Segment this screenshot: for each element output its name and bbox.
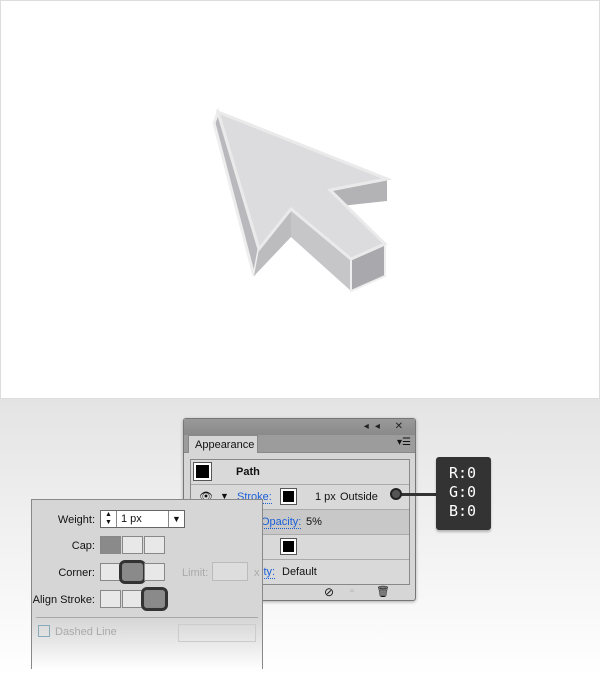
green-value: G:0 [449, 483, 477, 501]
path-row[interactable]: Path [191, 460, 409, 485]
divider [36, 617, 258, 618]
trash-icon[interactable]: 🗑 [376, 585, 390, 598]
round-join-button[interactable] [119, 560, 146, 584]
dash-alignment-buttons[interactable] [178, 624, 256, 642]
round-cap-button[interactable] [122, 536, 143, 554]
opacity-link-2[interactable]: ity: [261, 566, 276, 579]
fill-swatch[interactable] [280, 538, 297, 555]
path-label: Path [236, 466, 260, 478]
stroke-swatch[interactable] [280, 488, 297, 505]
corner-label: Corner: [58, 567, 95, 579]
canvas [0, 0, 600, 399]
stroke-align: Outside [340, 491, 378, 503]
limit-unit: x [254, 567, 260, 579]
duplicate-item-icon[interactable]: ▫ [350, 585, 354, 597]
cursor-illustration [212, 107, 393, 293]
weight-stepper[interactable]: ▲ ▼ [101, 511, 117, 527]
red-value: R:0 [449, 464, 477, 482]
opacity-value: 5% [306, 516, 322, 528]
stroke-weight: 1 px [315, 491, 336, 503]
weight-label: Weight: [57, 514, 95, 526]
blue-value: B:0 [449, 502, 477, 520]
tab-appearance[interactable]: Appearance [188, 435, 258, 453]
align-outside-button[interactable] [141, 587, 168, 611]
callout-line [397, 493, 437, 496]
cap-label: Cap: [71, 540, 95, 552]
weight-value[interactable]: 1 px [121, 513, 142, 525]
callout-knob [390, 488, 402, 500]
path-swatch [193, 462, 212, 481]
dashed-line-label: Dashed Line [55, 626, 117, 638]
dashed-line-checkbox[interactable] [38, 625, 50, 637]
clear-appearance-icon[interactable]: ⊘ [324, 585, 334, 599]
panel-menu-icon[interactable]: ▾☰ [397, 437, 411, 448]
miter-join-button[interactable] [100, 563, 121, 581]
panel-titlebar[interactable]: ◂◂ ✕ [184, 419, 415, 435]
collapse-close-icons[interactable]: ◂◂ ✕ [364, 421, 409, 432]
align-center-button[interactable] [100, 590, 121, 608]
align-stroke-label: Align Stroke: [32, 594, 95, 606]
limit-field[interactable] [212, 562, 248, 581]
weight-dropdown-icon[interactable]: ▼ [168, 511, 184, 527]
butt-cap-button[interactable] [100, 536, 121, 554]
stroke-panel: Weight: ▲ ▼ 1 px ▼ Cap: Corner: Limit: x … [31, 499, 263, 669]
align-inside-button[interactable] [122, 590, 143, 608]
weight-field[interactable]: ▲ ▼ 1 px ▼ [100, 510, 185, 528]
limit-label: Limit: [182, 567, 209, 579]
bevel-join-button[interactable] [144, 563, 165, 581]
opacity-link[interactable]: Opacity: [261, 516, 302, 529]
color-tooltip: R:0 G:0 B:0 [436, 457, 491, 530]
opacity-default-value: Default [282, 566, 317, 578]
projecting-cap-button[interactable] [144, 536, 165, 554]
